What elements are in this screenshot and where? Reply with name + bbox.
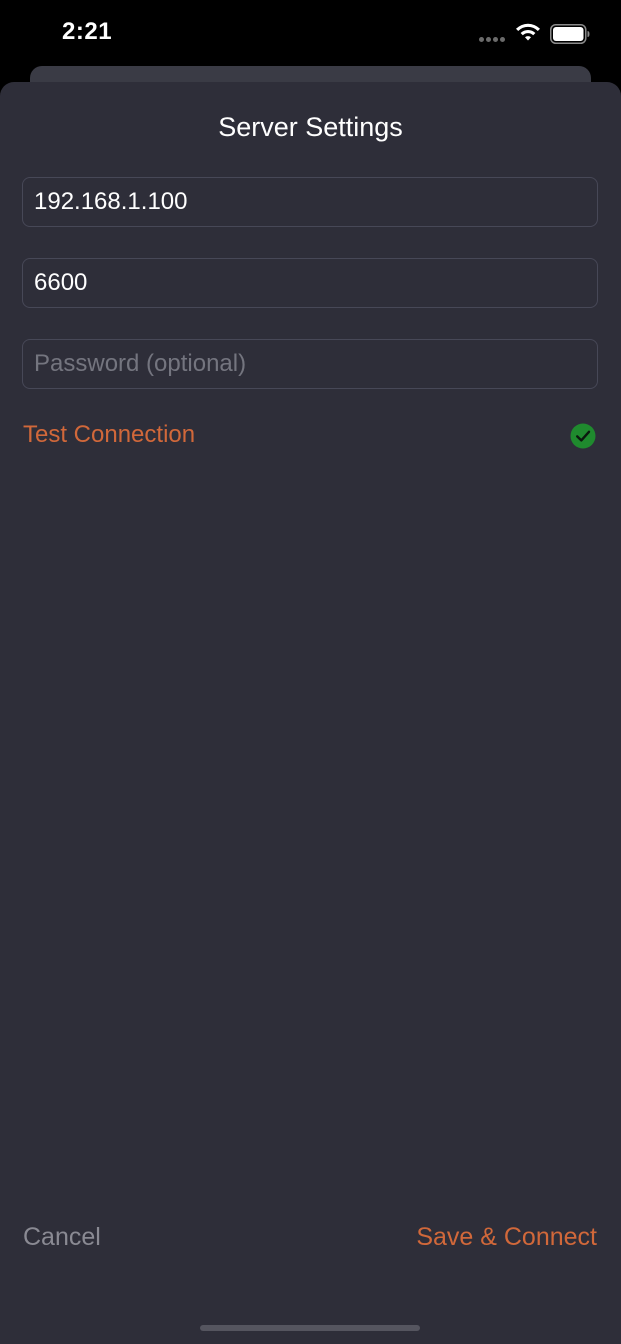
host-field[interactable] xyxy=(22,177,598,227)
cellular-dots-icon xyxy=(479,37,505,42)
home-indicator xyxy=(200,1325,420,1331)
battery-full-icon xyxy=(550,24,590,44)
cancel-button[interactable]: Cancel xyxy=(23,1223,101,1252)
save-connect-button[interactable]: Save & Connect xyxy=(416,1223,597,1252)
status-time: 2:21 xyxy=(62,18,113,45)
sheet-title: Server Settings xyxy=(218,112,403,142)
password-field[interactable] xyxy=(22,339,598,389)
wifi-icon xyxy=(516,23,540,41)
server-settings-sheet: Server Settings Test Connection Cancel S… xyxy=(0,82,621,1344)
checkmark-circle-icon xyxy=(570,423,596,449)
test-connection-button[interactable]: Test Connection xyxy=(23,421,195,449)
status-bar: 2:21 xyxy=(0,0,621,66)
app-screen: 2:21 Server Settings Test Connection Can… xyxy=(0,0,621,1344)
port-field[interactable] xyxy=(22,258,598,308)
